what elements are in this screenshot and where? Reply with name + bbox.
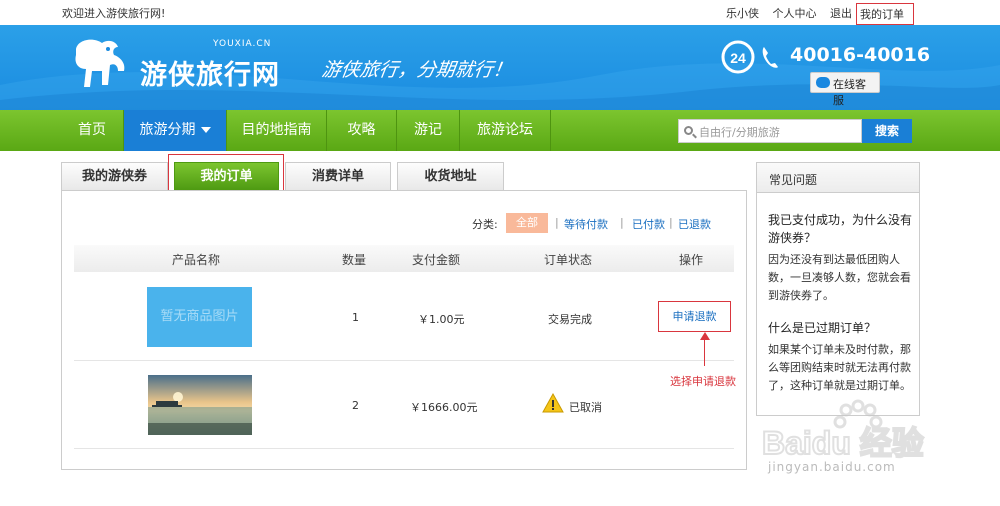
logout-link[interactable]: 退出 — [830, 7, 852, 20]
filter-pending-payment[interactable]: 等待付款 — [564, 216, 608, 232]
svg-text:24: 24 — [730, 50, 746, 66]
annotation-arrow-line — [704, 338, 705, 366]
faq-question: 什么是已过期订单？ — [768, 321, 877, 335]
header-action: 操作 — [679, 253, 704, 267]
nav-home[interactable]: 首页 — [61, 110, 124, 151]
header-status: 订单状态 — [544, 253, 593, 267]
nav-strategy[interactable]: 攻略 — [327, 110, 397, 151]
annotation-arrow-up-icon — [700, 332, 710, 340]
caret-down-icon — [200, 127, 211, 133]
row1-amount: ￥1.00元 — [418, 313, 465, 326]
row2-amount: ￥1666.00元 — [410, 401, 478, 414]
faq-title: 常见问题 — [757, 163, 919, 193]
username-link[interactable]: 乐小侠 — [726, 7, 759, 20]
nav-forum[interactable]: 旅游论坛 — [460, 110, 551, 151]
product-image-placeholder[interactable]: 暂无商品图片 — [147, 287, 252, 347]
filter-label: 分类: — [472, 218, 498, 231]
tab-consumption-details[interactable]: 消费详单 — [285, 162, 391, 190]
watermark-logo-text: Baidu 经验 — [762, 425, 924, 461]
faq-answer: 因为还没有到达最低团购人数，一旦凑够人数，您就会看到游侠券了。 — [768, 253, 911, 302]
nav-travel-installment-label: 旅游分期 — [139, 122, 196, 138]
nav-travel-notes[interactable]: 游记 — [397, 110, 460, 151]
horse-logo-icon — [75, 39, 125, 87]
welcome-text: 欢迎进入游侠旅行网! — [62, 7, 166, 20]
chat-bubble-icon — [816, 77, 830, 88]
logo-text[interactable]: 游侠旅行网 — [140, 53, 280, 92]
faq-question: 我已支付成功，为什么没有游侠券？ — [768, 213, 913, 245]
filter-separator: | — [669, 216, 673, 229]
slogan-text: 游侠旅行，分期就行！ — [320, 59, 514, 81]
top-links: 乐小侠 个人中心 退出 — [726, 5, 862, 21]
search-input[interactable]: 自由行/分期旅游 — [678, 119, 862, 143]
filter-separator: | — [620, 216, 624, 229]
orders-table-header: 产品名称 数量 支付金额 订单状态 操作 — [74, 245, 734, 272]
tab-shipping-address[interactable]: 收货地址 — [397, 162, 504, 190]
hotline-number: 40016-40016 — [790, 44, 931, 66]
logo-domain-text: YOUXIA.CN — [213, 39, 272, 49]
baidu-jingyan-watermark-logo: Baidu 经验 — [761, 399, 925, 462]
row2-status: 已取消 — [569, 401, 602, 414]
product-image-seaside[interactable] — [148, 375, 252, 435]
row-divider — [74, 448, 734, 449]
phone-24h-icon: 24 — [721, 40, 778, 74]
filter-separator: | — [555, 216, 559, 229]
search-placeholder: 自由行/分期旅游 — [699, 126, 780, 139]
search-icon — [684, 126, 693, 135]
site-header: YOUXIA.CN 游侠旅行网 游侠旅行，分期就行！ 24 40016-4001… — [0, 25, 1000, 110]
apply-refund-button[interactable]: 申请退款 — [658, 301, 731, 332]
my-orders-label: 我的订单 — [860, 8, 904, 21]
filter-refunded[interactable]: 已退款 — [678, 216, 711, 232]
row1-status: 交易完成 — [548, 313, 592, 326]
tab-my-vouchers[interactable]: 我的游侠券 — [61, 162, 168, 190]
header-product-name: 产品名称 — [172, 253, 221, 267]
faq-answer: 如果某个订单未及时付款，那么等团购结束时就无法再付款了，这种订单就是过期订单。 — [768, 343, 911, 392]
header-amount: 支付金额 — [412, 253, 461, 267]
row1-quantity: 1 — [352, 311, 359, 324]
nav-destination-guide[interactable]: 目的地指南 — [227, 110, 327, 151]
warning-icon — [542, 393, 564, 413]
my-orders-dropdown[interactable]: 我的订单 — [856, 3, 914, 31]
search-button[interactable]: 搜索 — [862, 119, 912, 143]
filter-all[interactable]: 全部 — [506, 213, 548, 233]
filter-paid[interactable]: 已付款 — [632, 216, 665, 232]
header-quantity: 数量 — [342, 253, 367, 267]
online-service-button[interactable]: 在线客服 — [810, 72, 880, 107]
nav-travel-installment[interactable]: 旅游分期 — [124, 110, 227, 151]
watermark-url: jingyan.baidu.com — [768, 460, 896, 474]
faq-panel: 常见问题 我已支付成功，为什么没有游侠券？ 因为还没有到达最低团购人数，一旦凑够… — [756, 162, 920, 416]
row-divider — [74, 360, 734, 361]
annotation-text: 选择申请退款 — [670, 375, 736, 388]
row2-quantity: 2 — [352, 399, 359, 412]
personal-center-link[interactable]: 个人中心 — [773, 7, 817, 20]
top-bar: 欢迎进入游侠旅行网! 乐小侠 个人中心 退出 我的订单 — [0, 0, 1000, 31]
